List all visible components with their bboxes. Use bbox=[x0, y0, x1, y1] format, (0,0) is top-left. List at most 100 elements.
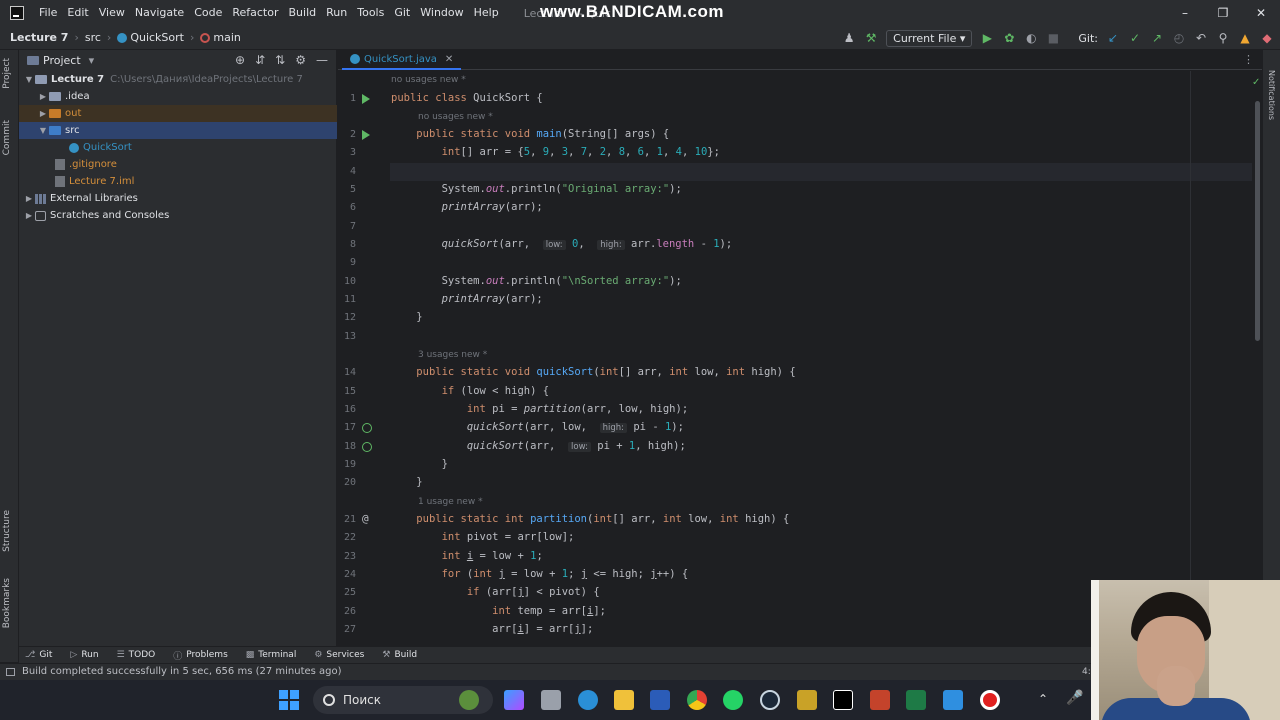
status-message[interactable]: Build completed successfully in 5 sec, 6… bbox=[22, 666, 342, 677]
menu-code[interactable]: Code bbox=[189, 0, 227, 26]
collapse-all-icon[interactable]: ⇅ bbox=[275, 53, 285, 67]
close-tab-icon[interactable]: ✕ bbox=[445, 54, 453, 65]
tree-item-iml[interactable]: Lecture 7.iml bbox=[19, 173, 337, 190]
chevron-up-icon[interactable]: ⌃ bbox=[1038, 692, 1048, 706]
toggle-tool-windows-icon[interactable] bbox=[6, 668, 15, 676]
menu-run[interactable]: Run bbox=[321, 0, 352, 26]
telegram-icon[interactable] bbox=[578, 690, 598, 710]
tree-item-gitignore[interactable]: .gitignore bbox=[19, 156, 337, 173]
excel-icon[interactable] bbox=[906, 690, 926, 710]
copilot-icon[interactable] bbox=[504, 690, 524, 710]
powerpoint-icon[interactable] bbox=[870, 690, 890, 710]
chevron-right-icon[interactable]: ▶ bbox=[37, 92, 49, 101]
chevron-right-icon[interactable]: ▶ bbox=[23, 194, 35, 203]
windows-start-icon[interactable] bbox=[279, 690, 299, 710]
menu-build[interactable]: Build bbox=[284, 0, 322, 26]
more-tabs-icon[interactable]: ⋮ bbox=[1243, 53, 1254, 66]
gear-icon[interactable]: ⚙ bbox=[295, 53, 306, 67]
tool-todo[interactable]: ☰ TODO bbox=[117, 650, 156, 660]
widgets-icon[interactable] bbox=[459, 690, 479, 710]
git-commit-icon[interactable]: ✓ bbox=[1128, 31, 1142, 45]
chevron-down-icon[interactable]: ▼ bbox=[23, 75, 35, 84]
coverage-icon[interactable]: ◐ bbox=[1024, 31, 1038, 45]
usage-hint[interactable]: no usages new * bbox=[391, 75, 466, 85]
breadcrumb-class[interactable]: QuickSort bbox=[111, 31, 190, 44]
close-button[interactable]: ✕ bbox=[1242, 0, 1280, 26]
tool-problems[interactable]: ⓘ Problems bbox=[173, 649, 228, 662]
steam-icon[interactable] bbox=[760, 690, 780, 710]
git-update-icon[interactable]: ↙ bbox=[1106, 31, 1120, 45]
tool-terminal[interactable]: ▩ Terminal bbox=[246, 650, 297, 660]
caret-position[interactable]: 4: bbox=[1082, 667, 1091, 677]
tree-item-out[interactable]: ▶ out bbox=[19, 105, 337, 122]
chevron-down-icon[interactable]: ▼ bbox=[37, 126, 49, 135]
menu-navigate[interactable]: Navigate bbox=[130, 0, 189, 26]
update-icon[interactable]: ▲ bbox=[1238, 31, 1252, 45]
tool-run[interactable]: ▷ Run bbox=[70, 650, 98, 660]
chevron-down-icon[interactable]: ▾ bbox=[89, 54, 95, 67]
project-panel-title[interactable]: Project bbox=[43, 54, 81, 67]
menu-window[interactable]: Window bbox=[415, 0, 468, 26]
chrome-icon[interactable] bbox=[687, 690, 707, 710]
bandicam-icon[interactable] bbox=[980, 690, 1000, 710]
word-icon[interactable] bbox=[650, 690, 670, 710]
task-view-icon[interactable] bbox=[541, 690, 561, 710]
bookmarks-tool-button[interactable]: Bookmarks bbox=[2, 578, 12, 628]
tool-git[interactable]: ⎇ Git bbox=[25, 650, 52, 660]
project-tool-button[interactable]: Project bbox=[2, 58, 12, 89]
tool-build[interactable]: ⚒ Build bbox=[382, 650, 417, 660]
vscode-icon[interactable] bbox=[943, 690, 963, 710]
tree-item-project-root[interactable]: ▼ Lecture 7 C:\Users\Дания\IdeaProjects\… bbox=[19, 71, 337, 88]
breadcrumb-src[interactable]: src bbox=[79, 31, 107, 44]
usage-hint[interactable]: no usages new * bbox=[418, 112, 493, 122]
chevron-right-icon[interactable]: ▶ bbox=[37, 109, 49, 118]
breadcrumb-project[interactable]: Lecture 7 bbox=[0, 31, 74, 44]
rollback-icon[interactable]: ↶ bbox=[1194, 31, 1208, 45]
menu-view[interactable]: View bbox=[94, 0, 130, 26]
whatsapp-icon[interactable] bbox=[723, 690, 743, 710]
intellij-taskbar-icon[interactable] bbox=[833, 690, 853, 710]
search-everywhere-icon[interactable]: ⚲ bbox=[1216, 31, 1230, 45]
jetbrains-logo-icon[interactable]: ◆ bbox=[1260, 31, 1274, 45]
git-push-icon[interactable]: ↗ bbox=[1150, 31, 1164, 45]
minimize-button[interactable]: – bbox=[1166, 0, 1204, 26]
menu-edit[interactable]: Edit bbox=[62, 0, 93, 26]
menu-tools[interactable]: Tools bbox=[352, 0, 389, 26]
locate-icon[interactable]: ⊕ bbox=[235, 53, 245, 67]
tree-item-external-libraries[interactable]: ▶ External Libraries bbox=[19, 190, 337, 207]
build-hammer-icon[interactable]: ⚒ bbox=[864, 31, 878, 45]
expand-all-icon[interactable]: ⇵ bbox=[255, 53, 265, 67]
notifications-tool-button[interactable]: Notifications bbox=[1267, 70, 1276, 120]
usage-hint[interactable]: 1 usage new * bbox=[418, 497, 483, 507]
menu-git[interactable]: Git bbox=[389, 0, 415, 26]
no-problems-check-icon[interactable]: ✓ bbox=[1252, 77, 1260, 88]
microphone-icon[interactable]: 🎤 bbox=[1066, 690, 1083, 706]
history-icon[interactable]: ◴ bbox=[1172, 31, 1186, 45]
tree-item-idea[interactable]: ▶ .idea bbox=[19, 88, 337, 105]
tree-item-src[interactable]: ▼ src bbox=[19, 122, 337, 139]
menu-file[interactable]: File bbox=[34, 0, 62, 26]
user-icon[interactable]: ♟ bbox=[842, 31, 856, 45]
tree-item-scratches[interactable]: ▶ Scratches and Consoles bbox=[19, 207, 337, 224]
run-main-icon[interactable] bbox=[362, 130, 370, 140]
run-class-icon[interactable] bbox=[362, 94, 370, 104]
chevron-right-icon[interactable]: ▶ bbox=[23, 211, 35, 220]
debug-icon[interactable]: ✿ bbox=[1002, 31, 1016, 45]
menu-refactor[interactable]: Refactor bbox=[227, 0, 283, 26]
scrollbar-thumb[interactable] bbox=[1255, 101, 1260, 341]
stop-icon[interactable]: ■ bbox=[1046, 31, 1060, 45]
restore-button[interactable]: ❐ bbox=[1204, 0, 1242, 26]
tool-services[interactable]: ⚙ Services bbox=[314, 650, 364, 660]
breadcrumb-method[interactable]: main bbox=[194, 31, 246, 44]
structure-tool-button[interactable]: Structure bbox=[2, 510, 12, 552]
folder-app-icon[interactable] bbox=[797, 690, 817, 710]
editor-scrollbar[interactable]: ✓ bbox=[1252, 71, 1262, 646]
usage-hint[interactable]: 3 usages new * bbox=[418, 350, 487, 360]
menu-help[interactable]: Help bbox=[469, 0, 504, 26]
code-editor[interactable]: 1 2 3 4 5 6 7 8 9 10 11 12 13 14 15 16 1… bbox=[338, 71, 1252, 646]
tab-quicksort-java[interactable]: QuickSort.java ✕ bbox=[342, 50, 462, 70]
commit-tool-button[interactable]: Commit bbox=[2, 120, 12, 155]
file-explorer-icon[interactable] bbox=[614, 690, 634, 710]
run-configuration-select[interactable]: Current File ▾ bbox=[886, 29, 973, 47]
tree-item-quicksort[interactable]: QuickSort bbox=[19, 139, 337, 156]
